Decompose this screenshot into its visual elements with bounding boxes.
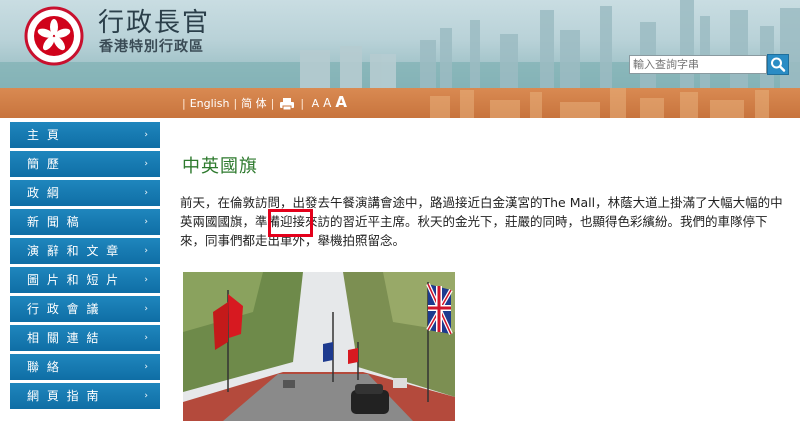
sidebar-item-label: 主 頁 — [27, 128, 61, 142]
sidebar-item-speeches[interactable]: 演 辭 和 文 章 › — [10, 238, 160, 264]
sidebar-item-site-guide[interactable]: 網 頁 指 南 › — [10, 383, 160, 409]
sidebar-item-biography[interactable]: 簡 歷 › — [10, 151, 160, 177]
print-icon[interactable] — [279, 98, 295, 110]
chevron-right-icon: › — [144, 188, 148, 198]
sidebar-nav: 主 頁 › 簡 歷 › 政 綱 › 新 聞 稿 › 演 辭 和 文 章 › 圖 片 和 短… — [10, 118, 160, 421]
simplified-chinese-link[interactable]: 简 体 — [241, 97, 267, 110]
search-input[interactable] — [629, 55, 767, 74]
english-link[interactable]: English — [190, 97, 230, 110]
search-icon — [771, 57, 786, 72]
sidebar-item-label: 簡 歷 — [27, 157, 61, 171]
sidebar-item-contact[interactable]: 聯 絡 › — [10, 354, 160, 380]
chevron-right-icon: › — [144, 159, 148, 169]
sidebar-item-press-releases[interactable]: 新 聞 稿 › — [10, 209, 160, 235]
chevron-right-icon: › — [144, 130, 148, 140]
mall-flags-photo — [183, 272, 455, 421]
sidebar-item-related-links[interactable]: 相 關 連 結 › — [10, 325, 160, 351]
language-links: | English | 简 体 | | AAA — [182, 93, 347, 111]
page-title: 中英國旗 — [182, 156, 258, 177]
site-subtitle: 香港特別行政區 — [99, 39, 204, 55]
sidebar-item-label: 網 頁 指 南 — [27, 389, 101, 403]
chevron-right-icon: › — [144, 246, 148, 256]
city-banner-strip — [430, 88, 769, 118]
sidebar-item-label: 聯 絡 — [27, 360, 61, 374]
hksar-emblem — [24, 6, 84, 66]
site-header: 行政長官 香港特別行政區 — [0, 0, 800, 88]
font-size-small[interactable]: A — [312, 97, 320, 110]
sidebar-item-label: 政 綱 — [27, 186, 61, 200]
chevron-right-icon: › — [144, 304, 148, 314]
sidebar-item-label: 行 政 會 議 — [27, 302, 101, 316]
sidebar-item-manifesto[interactable]: 政 綱 › — [10, 180, 160, 206]
sidebar-item-home[interactable]: 主 頁 › — [10, 122, 160, 148]
chevron-right-icon: › — [144, 275, 148, 285]
chevron-right-icon: › — [144, 333, 148, 343]
font-size-medium[interactable]: A — [323, 96, 331, 110]
sidebar-item-label: 圖 片 和 短 片 — [27, 273, 121, 287]
sidebar-item-label: 新 聞 稿 — [27, 215, 81, 229]
sidebar-item-label: 演 辭 和 文 章 — [27, 244, 121, 258]
sidebar-item-executive-council[interactable]: 行 政 會 議 › — [10, 296, 160, 322]
chevron-right-icon: › — [144, 217, 148, 227]
highlight-annotation-box — [268, 209, 313, 237]
sidebar-item-label: 相 關 連 結 — [27, 331, 101, 345]
chevron-right-icon: › — [144, 391, 148, 401]
site-title: 行政長官 — [98, 8, 211, 38]
sidebar-item-photos-videos[interactable]: 圖 片 和 短 片 › — [10, 267, 160, 293]
search-button[interactable] — [767, 54, 789, 75]
chevron-right-icon: › — [144, 362, 148, 372]
font-size-large[interactable]: A — [335, 93, 347, 111]
toolbar-band: | English | 简 体 | | AAA — [0, 88, 800, 118]
